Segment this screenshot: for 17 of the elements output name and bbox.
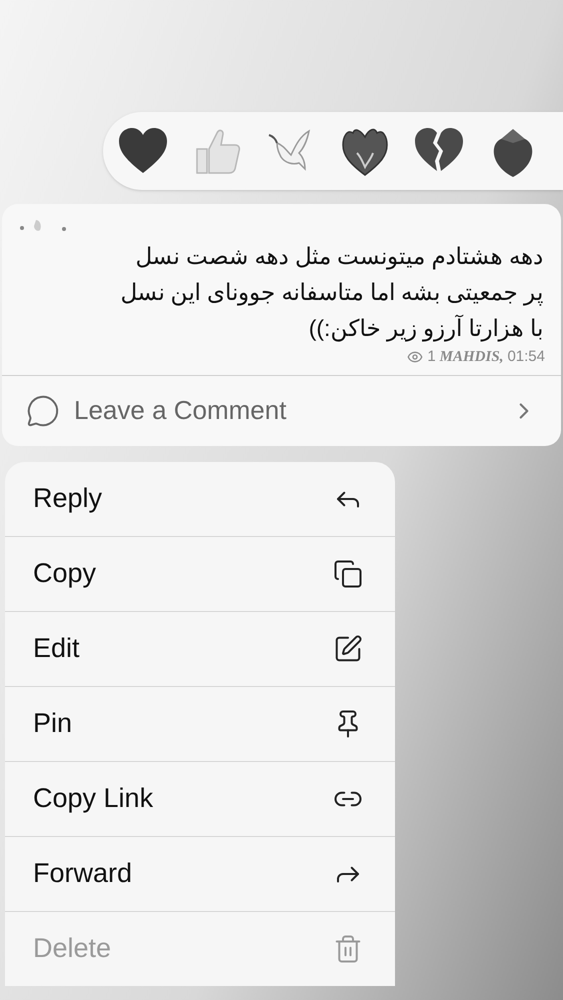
comment-icon	[26, 394, 60, 428]
views-icon	[407, 349, 424, 366]
menu-item[interactable]: Copy	[5, 536, 395, 610]
trash-icon	[333, 934, 363, 964]
copy-icon	[333, 558, 363, 588]
view-count: 1	[427, 347, 436, 367]
message-time: 01:54	[507, 347, 545, 367]
menu-item[interactable]: Edit	[5, 612, 395, 686]
comment-button[interactable]: Leave a Comment	[2, 376, 561, 446]
edit-icon	[333, 634, 363, 664]
author-name: MAHDIS,	[440, 348, 504, 367]
menu-item[interactable]: Reply	[5, 462, 395, 536]
menu-item[interactable]: Forward	[5, 836, 395, 910]
comment-label: Leave a Comment	[74, 394, 288, 427]
message-text: دهه هشتادم میتونست مثل دهه شصت نسل پر جمعیتی بشه اما متاسفانه جوونای این نسل با هزارتا آرزو زیر خاکن:))	[119, 242, 544, 344]
menu-item[interactable]: Copy Link	[5, 762, 395, 836]
menu-item[interactable]: Pin	[5, 686, 395, 760]
